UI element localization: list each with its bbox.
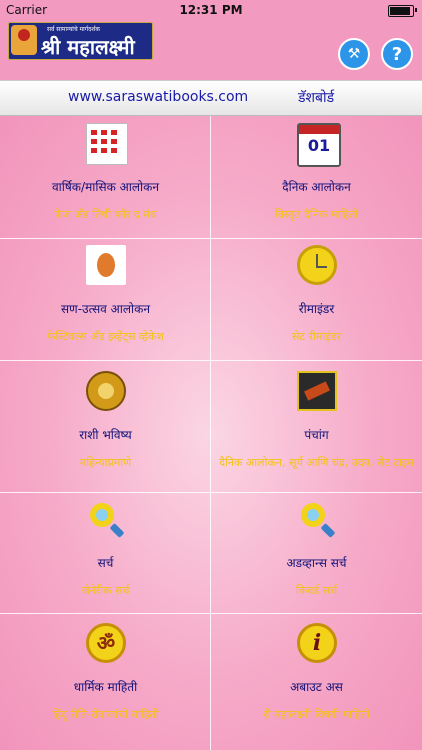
calendar-day-number: 01 — [307, 136, 331, 155]
logo-title: श्री महालक्ष्मी — [41, 35, 135, 59]
menu-search[interactable]: सर्च जेनेरीक सर्च — [0, 492, 211, 614]
menu-subtitle: विस्तृत दैनिक माहिती — [274, 208, 359, 221]
help-icon: ? — [391, 43, 403, 65]
menu-subtitle: दैनिक आलोकन, सूर्य आणि चंद्र, उदय, सेट ट… — [219, 456, 414, 469]
search-icon — [86, 499, 126, 539]
status-time: 12:31 PM — [179, 3, 243, 17]
day-calendar-icon: 01 — [297, 123, 341, 167]
goddess-image — [11, 25, 37, 55]
search-lens — [301, 503, 325, 527]
menu-grid: वार्षिक/मासिक आलोकन फेज अँड तिथी फॉर द म… — [0, 116, 422, 750]
dashboard-link[interactable]: डॅशबोर्ड — [298, 88, 334, 107]
app-header: Carrier 12:31 PM सर्व सामान्यांचे मार्गद… — [0, 0, 422, 80]
menu-subtitle: फेस्टिवल्स अँड इव्हेंट्स व्हेकेश — [47, 330, 164, 343]
help-button[interactable]: ? — [381, 38, 413, 70]
calendar-grid-icon — [86, 123, 128, 165]
menu-religious-info[interactable]: ॐ धार्मिक माहिती हिंदू रीति-रीवाजांची मा… — [0, 616, 211, 738]
festival-icon — [86, 245, 126, 285]
menu-subtitle: किवर्ड सर्च — [295, 584, 338, 597]
panchang-icon — [297, 371, 337, 411]
menu-title: धार्मिक माहिती — [73, 680, 138, 694]
tools-icon: ⚒ — [347, 46, 361, 62]
menu-title: वार्षिक/मासिक आलोकन — [51, 180, 159, 194]
battery-cap — [415, 8, 417, 12]
calendar-header — [299, 125, 339, 134]
search-lens — [90, 503, 114, 527]
menu-festivals[interactable]: सण-उत्सव आलोकन फेस्टिवल्स अँड इव्हेंट्स … — [0, 238, 211, 360]
menu-subtitle: सेट रीमाइंडर — [291, 330, 342, 343]
battery-icon — [388, 5, 414, 17]
menu-title: राशी भविष्य — [79, 428, 132, 442]
menu-subtitle: जेनेरीक सर्च — [81, 584, 130, 597]
search-handle — [109, 523, 125, 538]
advanced-search-icon — [297, 499, 337, 539]
menu-panchang[interactable]: पंचांग दैनिक आलोकन, सूर्य आणि चंद्र, उदय… — [211, 364, 422, 486]
website-bar: www.saraswatibooks.com डॅशबोर्ड — [0, 80, 422, 116]
menu-title: दैनिक आलोकन — [282, 180, 351, 194]
menu-subtitle: महिन्याप्रमाणे — [79, 456, 132, 469]
menu-title: रीमाइंडर — [298, 302, 335, 316]
menu-advanced-search[interactable]: अडव्हान्स सर्च किवर्ड सर्च — [211, 492, 422, 614]
zodiac-wheel-icon — [86, 371, 126, 411]
logo-tagline: सर्व सामान्यांचे मार्गदर्शक — [47, 26, 100, 33]
menu-title: सण-उत्सव आलोकन — [60, 302, 151, 316]
menu-title: अडव्हान्स सर्च — [286, 556, 347, 570]
menu-title: अबाउट अस — [290, 680, 343, 694]
om-icon: ॐ — [86, 623, 126, 663]
alarm-clock-icon — [297, 245, 337, 285]
menu-about-us[interactable]: i अबाउट अस री महालक्ष्मी विषयी माहिती — [211, 616, 422, 738]
menu-subtitle: री महालक्ष्मी विषयी माहिती — [263, 708, 370, 721]
search-handle — [320, 523, 336, 538]
menu-title: सर्च — [97, 556, 114, 570]
menu-subtitle: फेज अँड तिथी फॉर द मंथ — [54, 208, 157, 221]
settings-tools-button[interactable]: ⚒ — [338, 38, 370, 70]
grid-divider — [0, 360, 422, 361]
menu-daily[interactable]: 01 दैनिक आलोकन विस्तृत दैनिक माहिती — [211, 116, 422, 238]
menu-reminder[interactable]: रीमाइंडर सेट रीमाइंडर — [211, 238, 422, 360]
status-bar: Carrier 12:31 PM — [0, 0, 422, 20]
menu-subtitle: हिंदू रीति-रीवाजांची माहिती — [52, 708, 159, 721]
app-logo: सर्व सामान्यांचे मार्गदर्शक श्री महालक्ष… — [8, 22, 153, 60]
info-icon: i — [297, 623, 337, 663]
menu-title: पंचांग — [304, 428, 329, 442]
menu-yearly-monthly[interactable]: वार्षिक/मासिक आलोकन फेज अँड तिथी फॉर द म… — [0, 116, 211, 238]
website-link[interactable]: www.saraswatibooks.com — [68, 89, 248, 105]
menu-horoscope[interactable]: राशी भविष्य महिन्याप्रमाणे — [0, 364, 211, 486]
